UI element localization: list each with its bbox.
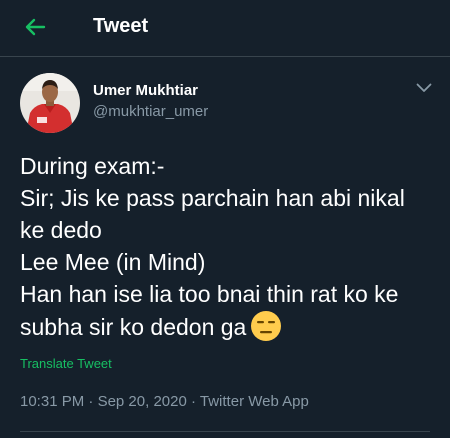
tweet-line: ke dedo — [20, 217, 102, 243]
avatar-photo — [20, 73, 80, 133]
tweet-author: Umer Mukhtiar @mukhtiar_umer — [20, 73, 435, 133]
tweet-meta: 10:31 PM · Sep 20, 2020 · Twitter Web Ap… — [20, 393, 309, 411]
header-bar: Tweet — [0, 0, 450, 57]
author-name[interactable]: Umer Mukhtiar — [93, 82, 198, 100]
chevron-down-icon — [416, 83, 432, 92]
tweet-line: Han han ise lia too bnai thin rat ko ke — [20, 281, 399, 307]
avatar[interactable] — [20, 73, 80, 133]
page-title: Tweet — [93, 15, 149, 37]
divider — [20, 431, 430, 432]
arrow-left-icon — [25, 18, 46, 36]
expressionless-face-emoji — [250, 310, 282, 350]
tweet-time[interactable]: 10:31 PM — [20, 393, 84, 410]
tweet-line: Sir; Jis ke pass parchain han abi nikal — [20, 185, 405, 211]
tweet-date[interactable]: Sep 20, 2020 — [98, 393, 187, 410]
tweet-text: During exam:- Sir; Jis ke pass parchain … — [20, 150, 440, 350]
meta-separator: · — [88, 393, 94, 410]
tweet-line: Lee Mee (in Mind) — [20, 249, 206, 275]
translate-tweet-link[interactable]: Translate Tweet — [20, 356, 112, 372]
tweet-page: Tweet Umer Mukhtiar @mukhtiar_umer Durin… — [0, 0, 450, 438]
tweet-source[interactable]: Twitter Web App — [200, 393, 309, 410]
meta-separator: · — [190, 393, 196, 410]
tweet-line-last: subha sir ko dedon ga — [20, 310, 440, 350]
author-handle[interactable]: @mukhtiar_umer — [93, 103, 208, 121]
back-button[interactable] — [20, 14, 50, 40]
tweet-menu-button[interactable] — [413, 77, 435, 99]
tweet-line: During exam:- — [20, 153, 165, 179]
tweet-line: subha sir ko dedon ga — [20, 314, 247, 340]
